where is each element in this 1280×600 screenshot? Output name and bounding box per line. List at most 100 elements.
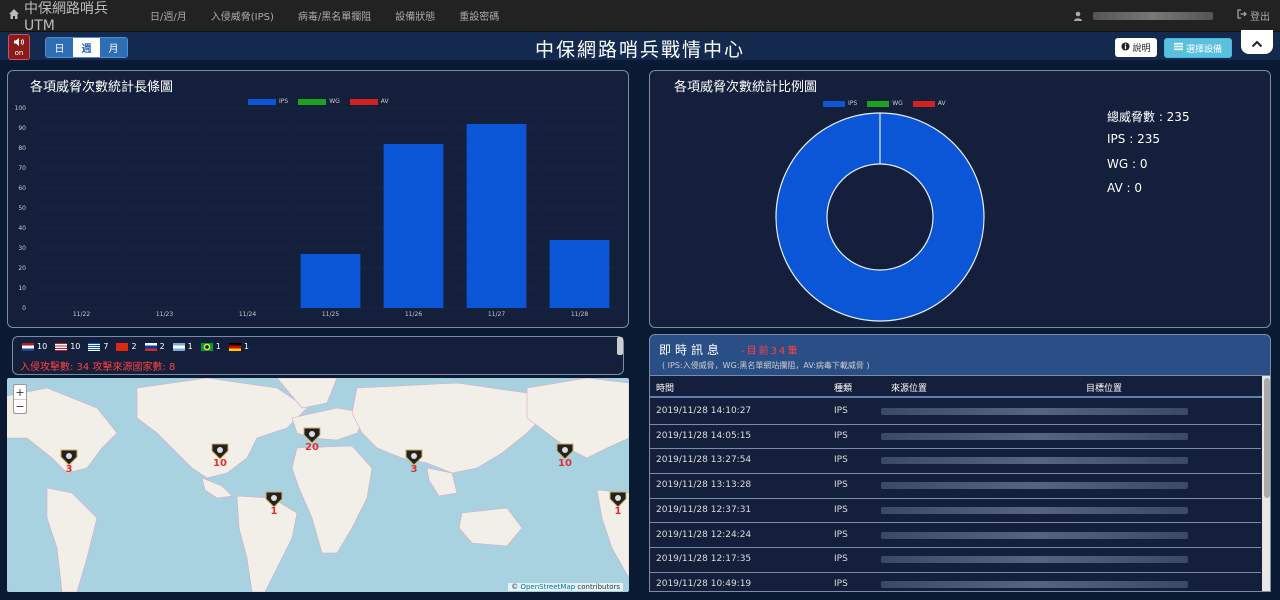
help-button[interactable]: 說明 (1115, 38, 1157, 57)
bar-ips-11/27[interactable] (466, 124, 527, 308)
world-map-land (7, 378, 629, 592)
donut-hole (826, 163, 934, 271)
select-device-label: 選擇設備 (1185, 44, 1222, 55)
flag-ru-icon (144, 342, 157, 351)
wg-stat: WG : 0 (1107, 157, 1148, 171)
x-tick-label: 11/27 (488, 311, 505, 318)
x-tick-label: 11/23 (156, 311, 173, 318)
column-type[interactable]: 種類 (834, 381, 852, 394)
country-br: 1 (200, 342, 221, 351)
table-row[interactable]: 2019/11/28 13:27:54 IPS (650, 449, 1261, 475)
country-cn: 2 (116, 342, 137, 351)
logout-label: 登出 (1250, 12, 1270, 23)
row-time: 2019/11/28 12:24:24 (656, 529, 752, 540)
map-attribution: © OpenStreetMap contributors (508, 583, 623, 591)
bar-ips-11/26[interactable] (383, 144, 444, 308)
column-time[interactable]: 時間 (656, 381, 674, 394)
x-tick-label: 11/24 (239, 311, 256, 318)
list-icon (1173, 42, 1183, 54)
bar-ips-11/25[interactable] (300, 254, 361, 308)
row-type: IPS (834, 529, 848, 540)
help-label: 說明 (1132, 44, 1151, 54)
ips-stat: IPS : 235 (1107, 132, 1160, 146)
map-marker[interactable]: 1 (607, 490, 629, 517)
select-device-button[interactable]: 選擇設備 (1164, 38, 1232, 58)
x-tick-label: 11/25 (322, 311, 339, 318)
row-type: IPS (834, 430, 848, 441)
total-threats-stat: 總威脅數 : 235 (1107, 110, 1190, 124)
y-tick-label: 90 (18, 125, 26, 132)
x-tick-label: 11/28 (571, 311, 588, 318)
map-marker[interactable]: 1 (263, 490, 285, 517)
zoom-in-button[interactable]: + (14, 385, 26, 399)
table-row[interactable]: 2019/11/28 12:17:35 IPS (650, 548, 1261, 573)
collapse-header-button[interactable] (1241, 30, 1273, 54)
osm-link[interactable]: OpenStreetMap (520, 583, 575, 591)
realtime-title: 即時訊息 (659, 343, 724, 357)
country-de: 1 (228, 342, 249, 351)
row-location-redacted (881, 506, 1188, 514)
zoom-out-button[interactable]: − (14, 399, 26, 413)
row-time: 2019/11/28 14:10:27 (656, 406, 752, 416)
flag-us-icon (55, 342, 68, 351)
chevron-up-icon (1251, 33, 1263, 52)
country-ru: 2 (144, 342, 165, 351)
table-header: 時間 種類 來源位置 目標位置 (650, 376, 1270, 398)
logout-icon (1237, 9, 1247, 22)
row-type: IPS (834, 455, 848, 466)
table-row[interactable]: 2019/11/28 12:24:24 IPS (650, 524, 1261, 549)
column-source[interactable]: 來源位置 (891, 381, 927, 394)
country-ar: 1 (172, 342, 193, 351)
flag-cn-icon (116, 342, 129, 351)
map-zoom-control: + − (13, 384, 27, 414)
flag-de-icon (228, 342, 241, 351)
country-gr: 7 (88, 342, 108, 351)
table-row[interactable]: 2019/11/28 12:37:31 IPS (650, 499, 1261, 524)
logout-link[interactable]: 登出 (1237, 8, 1270, 23)
av-stat: AV : 0 (1107, 181, 1142, 195)
flag-gr-icon (88, 342, 101, 351)
row-location-redacted (881, 531, 1188, 539)
bar-ips-11/28[interactable] (549, 240, 610, 308)
scrollbar-thumb[interactable] (1264, 378, 1270, 498)
map-marker[interactable]: 10 (209, 442, 231, 469)
map-marker[interactable]: 3 (403, 448, 425, 475)
table-row[interactable]: 2019/11/28 10:49:19 IPS (650, 573, 1261, 591)
y-tick-label: 80 (18, 145, 26, 152)
attack-source-map[interactable]: + − 3 10 20 1 3 10 1 © OpenStreetMap con… (7, 378, 629, 592)
row-type: IPS (834, 554, 848, 565)
realtime-header: 即時訊息 -目前34筆 ( IPS:入侵威脅，WG:黑名單網站攔阻，AV:病毒下… (649, 334, 1271, 376)
row-time: 2019/11/28 12:17:35 (656, 554, 752, 565)
row-location-redacted (881, 408, 1188, 415)
y-tick-label: 10 (18, 285, 26, 292)
username-redacted (1093, 11, 1213, 20)
table-row[interactable]: 2019/11/28 14:05:15 IPS (650, 425, 1261, 450)
row-location-redacted (881, 482, 1188, 490)
realtime-scrollbar[interactable] (1262, 376, 1270, 591)
table-row[interactable]: 2019/11/28 14:10:27 IPS (650, 400, 1261, 425)
y-tick-label: 0 (22, 305, 26, 312)
row-time: 2019/11/28 14:05:15 (656, 430, 752, 441)
row-type: IPS (834, 406, 848, 416)
map-marker[interactable]: 3 (58, 448, 80, 475)
flag-ar-icon (172, 342, 185, 351)
y-tick-label: 20 (18, 265, 26, 272)
info-icon (1121, 41, 1131, 54)
map-marker[interactable]: 10 (554, 442, 576, 469)
country-flag-list: 10 10 7 2 2 1 1 1 (22, 342, 249, 351)
flag-nl-icon (22, 342, 34, 351)
attack-summary: 入侵攻擊數: 34 攻擊來源國家數: 8 (20, 362, 176, 373)
y-tick-label: 30 (18, 245, 26, 252)
x-tick-label: 11/26 (405, 311, 422, 318)
row-type: IPS (834, 504, 848, 515)
x-tick-label: 11/22 (73, 311, 90, 318)
column-target[interactable]: 目標位置 (1086, 381, 1122, 394)
country-summary-scrollbar[interactable] (617, 337, 623, 355)
row-location-redacted (881, 457, 1188, 465)
realtime-subtitle: ( IPS:入侵威脅，WG:黑名單網站攔阻，AV:病毒下載威脅 ) (662, 361, 870, 370)
map-marker[interactable]: 20 (301, 426, 323, 453)
table-row[interactable]: 2019/11/28 13:13:28 IPS (650, 474, 1261, 499)
y-tick-label: 60 (18, 185, 26, 192)
y-tick-label: 50 (18, 205, 26, 212)
country-nl: 10 (22, 342, 47, 351)
